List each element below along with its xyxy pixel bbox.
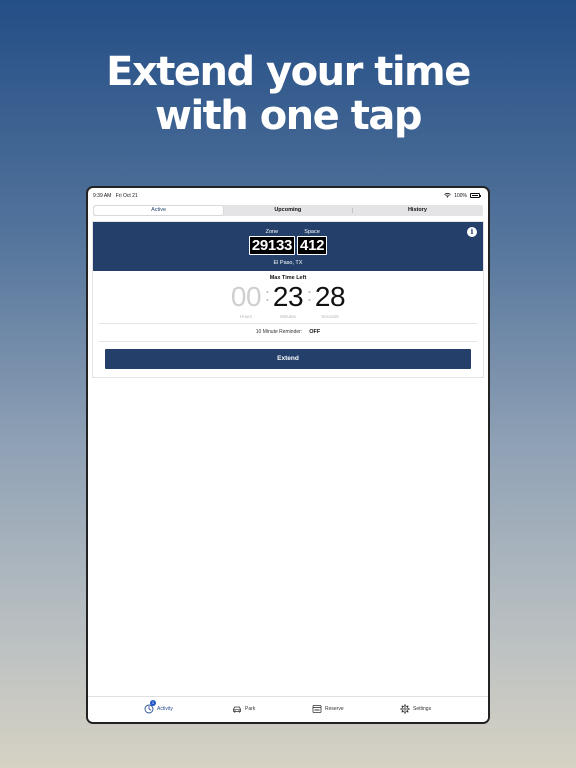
- zone-number: 29133: [248, 236, 296, 255]
- reminder-row[interactable]: 10 Minute Reminder: OFF: [93, 329, 483, 335]
- hours-unit: 00 Hours: [227, 281, 265, 320]
- reminder-value[interactable]: OFF: [309, 329, 320, 335]
- seconds-unit: 28 Seconds: [311, 281, 349, 320]
- calendar-icon: [312, 704, 322, 714]
- status-bar: 9:39 AM Fri Oct 21 100%: [93, 191, 481, 200]
- info-icon[interactable]: i: [467, 227, 477, 237]
- hours-value: 00: [230, 281, 262, 312]
- divider: [99, 341, 477, 342]
- car-icon: [232, 704, 242, 714]
- segment-active[interactable]: Active: [94, 206, 224, 215]
- zone-panel: Zone 29133 Space 412 El Paso, TX i: [93, 222, 483, 271]
- promo-headline: Extend your time with one tap: [0, 50, 576, 138]
- segmented-control: Active Upcoming History: [93, 205, 483, 216]
- headline-line-2: with one tap: [155, 93, 422, 139]
- tab-settings-label: Settings: [413, 706, 432, 712]
- bottom-tab-bar: 1 Activity Park Reserve Settings: [88, 696, 488, 722]
- tab-reserve-label: Reserve: [325, 706, 344, 712]
- wifi-icon: [444, 193, 451, 198]
- clock-icon: 1: [144, 700, 156, 714]
- gear-icon: [400, 704, 410, 714]
- seconds-value: 28: [314, 281, 346, 312]
- minutes-unit: 23 Minutes: [269, 281, 307, 320]
- activity-badge: 1: [150, 700, 156, 706]
- status-time: 9:39 AM: [93, 192, 112, 199]
- space-number: 412: [297, 236, 328, 255]
- seconds-label: Seconds: [321, 314, 339, 319]
- location-text: El Paso, TX: [273, 260, 303, 266]
- headline-line-1: Extend your time: [106, 49, 471, 95]
- segment-upcoming[interactable]: Upcoming: [223, 206, 352, 215]
- minutes-label: Minutes: [280, 314, 296, 319]
- tablet-device-frame: 9:39 AM Fri Oct 21 100% Active Upcoming …: [86, 186, 490, 724]
- extend-button[interactable]: Extend: [105, 349, 471, 369]
- reminder-label: 10 Minute Reminder:: [255, 329, 303, 335]
- status-date: Fri Oct 21: [115, 192, 138, 199]
- tab-settings[interactable]: Settings: [400, 704, 431, 714]
- tab-activity[interactable]: 1 Activity: [144, 700, 173, 714]
- divider: [99, 323, 477, 324]
- tab-reserve[interactable]: Reserve: [312, 704, 344, 714]
- zone-label: Zone: [265, 229, 279, 235]
- parking-session-card: Zone 29133 Space 412 El Paso, TX i Max T…: [92, 221, 484, 378]
- tab-activity-label: Activity: [157, 706, 173, 712]
- tab-park[interactable]: Park: [232, 704, 255, 714]
- space-label: Space: [304, 229, 320, 235]
- tab-park-label: Park: [245, 706, 256, 712]
- segment-history[interactable]: History: [353, 206, 482, 215]
- battery-percent: 100%: [454, 192, 467, 199]
- countdown-timer: 00 Hours : 23 Minutes : 28 Seconds: [93, 281, 483, 320]
- hours-label: Hours: [239, 314, 252, 319]
- battery-icon: [470, 193, 481, 198]
- minutes-value: 23: [272, 281, 304, 312]
